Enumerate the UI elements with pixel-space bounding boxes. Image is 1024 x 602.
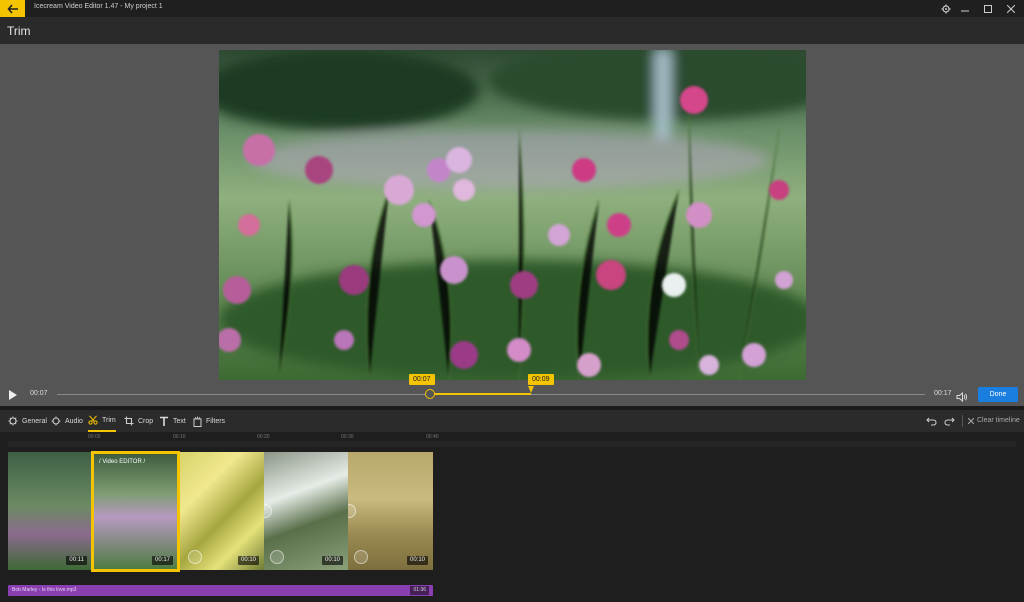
tab-crop-label: Crop [138,417,154,425]
filters-icon [193,416,202,427]
redo-icon [944,417,955,426]
redo-button[interactable] [944,410,955,432]
trim-end-tooltip: 00:09 [528,374,554,385]
gear-icon [941,4,951,13]
timeline-clip-1[interactable]: 00:11 [8,452,92,570]
done-button[interactable]: Done [978,387,1018,402]
edit-toolbar: General Audio Trim Crop Text Filters Cle… [0,410,1024,432]
clip-title-label: / Video EDITOR / [99,459,146,465]
close-icon [1007,4,1015,13]
audio-track[interactable]: Bob Marley - Is this love.mp3 01:36 [8,585,433,596]
current-time: 00:07 [30,390,48,397]
page-header: Trim [0,17,1024,44]
preview-area [0,44,1024,406]
ruler-mark: 00:30 [341,434,354,440]
trim-start-tooltip: 00:07 [409,374,435,385]
clip-transition-handle[interactable] [188,550,202,564]
timeline-clip-3[interactable]: 00:10 [180,452,264,570]
clip-duration: 00:11 [66,556,87,565]
toolbar-divider [962,415,963,427]
clear-timeline-button[interactable]: Clear timeline [968,417,1020,424]
trim-start-handle[interactable] [425,389,435,399]
timeline-clip-5[interactable]: 00:10 [348,452,433,570]
play-icon [9,390,17,400]
trim-range [430,393,531,395]
audio-track-duration: 01:36 [410,586,429,595]
tab-trim-label: Trim [102,416,116,424]
timeline-ruler[interactable] [8,441,1016,447]
audio-track-name: Bob Marley - Is this love.mp3 [12,587,77,593]
ruler-mark: 00:40 [426,434,439,440]
tab-crop[interactable]: Crop [124,410,153,432]
maximize-icon [984,4,992,13]
tab-text[interactable]: Text [159,410,186,432]
trim-end-handle[interactable] [528,386,534,393]
page-title: Trim [7,24,31,38]
clip-duration: 00:10 [321,556,343,565]
minimize-icon [961,10,969,11]
timeline-clip-4[interactable]: 00:10 [264,452,348,570]
crop-icon [124,416,134,426]
volume-icon [956,391,968,403]
undo-button[interactable] [926,410,937,432]
ruler-mark: 00:20 [257,434,270,440]
total-time: 00:17 [934,390,952,397]
tab-audio-label: Audio [65,417,83,425]
clip-duration: 00:10 [237,556,259,565]
audio-settings-icon [51,416,61,426]
video-preview [219,50,806,380]
text-icon [160,416,168,426]
window-title: Icecream Video Editor 1.47 - My project … [34,3,163,10]
close-icon [968,417,974,424]
maximize-button[interactable] [981,2,995,15]
tab-filters-label: Filters [206,417,226,425]
ruler-mark: 00:05 [88,434,101,440]
tab-general[interactable]: General [8,410,47,432]
undo-icon [926,417,937,426]
clear-timeline-label: Clear timeline [977,417,1020,424]
tab-general-label: General [22,417,47,425]
minimize-button[interactable] [958,2,972,15]
tab-trim[interactable]: Trim [88,410,116,432]
scissors-icon [88,415,98,425]
settings-button[interactable] [939,2,953,15]
clip-transition-handle[interactable] [264,504,272,518]
play-button[interactable] [8,388,18,406]
selected-clip-frame[interactable]: / Video EDITOR / [91,451,180,572]
clip-duration: 00:10 [406,556,428,565]
video-frame-image [219,50,806,380]
title-bar: Icecream Video Editor 1.47 - My project … [0,0,1024,17]
back-button[interactable] [0,0,25,17]
tab-filters[interactable]: Filters [193,410,225,432]
gear-icon [8,416,18,426]
clip-transition-handle[interactable] [348,504,356,518]
clip-transition-handle[interactable] [270,550,284,564]
volume-button[interactable] [956,389,968,407]
arrow-left-icon [6,3,18,14]
close-button[interactable] [1004,2,1018,15]
tab-audio[interactable]: Audio [51,410,83,432]
ruler-mark: 00:10 [173,434,186,440]
clip-transition-handle[interactable] [354,550,368,564]
tab-text-label: Text [173,417,186,425]
